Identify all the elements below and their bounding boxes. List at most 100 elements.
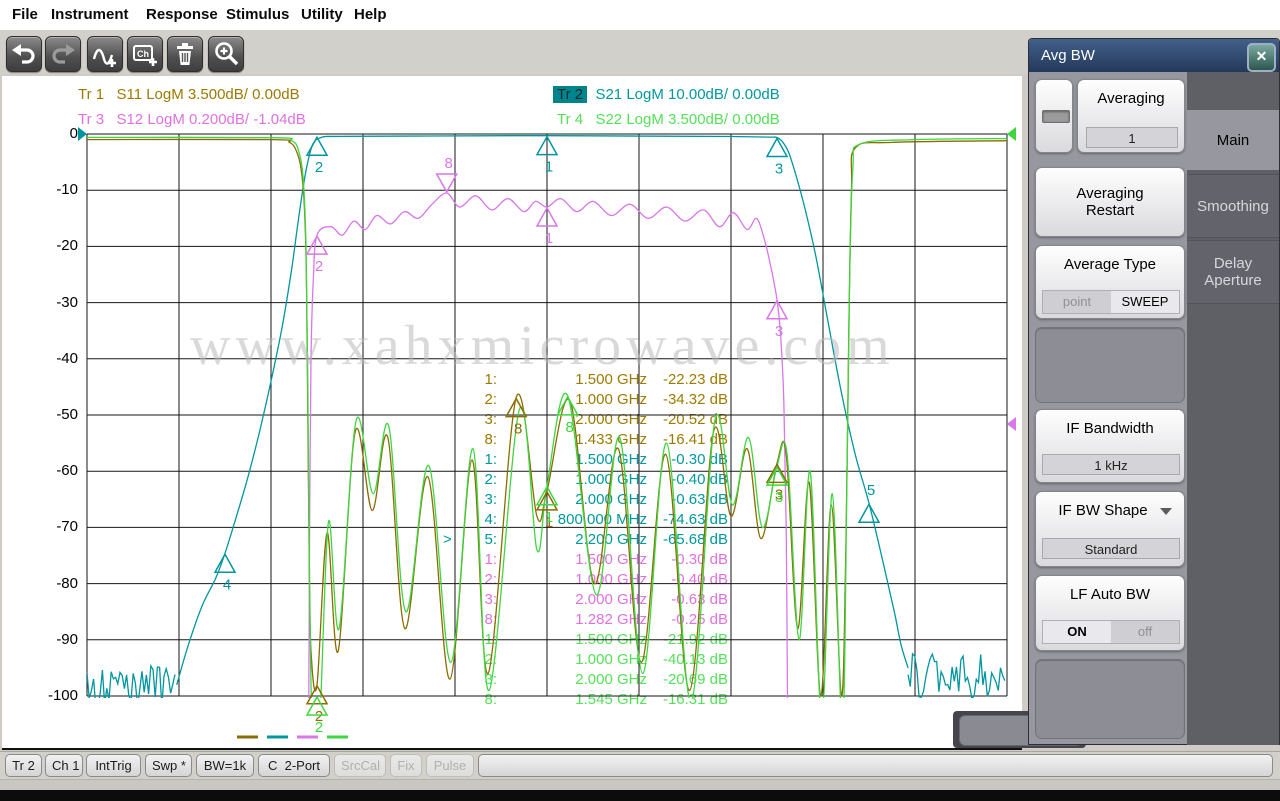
- if-bw-shape-value[interactable]: Standard: [1042, 538, 1180, 559]
- readout-marker-frequency: 1.433 GHz: [500, 431, 647, 448]
- averaging-value[interactable]: 1: [1086, 127, 1178, 148]
- trace-status-button[interactable]: Tr 2: [5, 754, 42, 777]
- tab-main[interactable]: Main: [1187, 110, 1279, 170]
- readout-marker-frequency: 2.000 GHz: [500, 671, 647, 688]
- readout-marker-frequency: 1.000 GHz: [500, 571, 647, 588]
- calibration-status-button[interactable]: C 2-Port: [258, 754, 330, 777]
- zoom-button[interactable]: [208, 36, 244, 72]
- channel-status-button[interactable]: Ch 1: [45, 754, 83, 777]
- readout-marker-number: 2:: [457, 471, 497, 488]
- readout-marker-value: -65.68 dB: [642, 531, 728, 548]
- readout-marker-value: -0.63 dB: [642, 591, 728, 608]
- readout-marker-number: 8:: [457, 431, 497, 448]
- if-bandwidth-button[interactable]: IF Bandwidth 1 kHz: [1035, 409, 1185, 483]
- if-bandwidth-value[interactable]: 1 kHz: [1042, 454, 1180, 475]
- vna-application-window: FileInstrument ResponseStimulusUtilityHel…: [0, 0, 1280, 801]
- trace-label-tr3[interactable]: Tr 3 S12 LogM 0.200dB/ -1.04dB: [74, 111, 306, 128]
- readout-marker-number: 8:: [457, 691, 497, 708]
- readout-marker-frequency: 2.000 GHz: [500, 411, 647, 428]
- menu-utility[interactable]: Utility: [297, 4, 347, 25]
- averaging-restart-button[interactable]: Averaging Restart: [1035, 167, 1185, 237]
- readout-marker-value: -0.30 dB: [642, 551, 728, 568]
- plot-area: Tr 1 S11 LogM 3.500dB/ 0.00dB Tr 2 S21 Lo…: [2, 76, 1022, 750]
- undo-button[interactable]: [6, 36, 42, 72]
- bandwidth-status-button[interactable]: BW=1k: [196, 754, 254, 777]
- averaging-button[interactable]: Averaging 1: [1077, 79, 1185, 153]
- sweep-status-button[interactable]: Swp *: [145, 754, 192, 777]
- menu-response[interactable]: Response: [142, 4, 222, 25]
- if-bw-shape-button[interactable]: IF BW Shape Standard: [1035, 491, 1185, 567]
- readout-marker-frequency: 1.000 GHz: [500, 471, 647, 488]
- tab-smoothing[interactable]: Smoothing: [1187, 174, 1279, 238]
- pulse-status-button[interactable]: Pulse: [426, 754, 474, 777]
- delete-icon: [170, 39, 200, 69]
- status-spacer-button[interactable]: [478, 754, 1273, 777]
- trace-id-badge: Tr 1: [74, 86, 108, 103]
- lf-auto-bw-off-option[interactable]: off: [1111, 621, 1179, 643]
- delete-button[interactable]: [167, 36, 203, 72]
- y-axis-tick--100: -100: [8, 687, 78, 704]
- readout-marker-value: -34.32 dB: [642, 391, 728, 408]
- menu-bar: FileInstrument ResponseStimulusUtilityHel…: [0, 0, 1280, 31]
- trace-format-label: S11 LogM 3.500dB/ 0.00dB: [108, 86, 300, 103]
- lf-auto-bw-on-option[interactable]: ON: [1043, 621, 1111, 643]
- add-trace-button[interactable]: [87, 36, 123, 72]
- readout-marker-number: 5:: [457, 531, 497, 548]
- trace-label-tr1[interactable]: Tr 1 S11 LogM 3.500dB/ 0.00dB: [74, 86, 300, 103]
- average-type-label: Average Type: [1036, 256, 1184, 273]
- readout-marker-number: 4:: [457, 511, 497, 528]
- status-taskbar: Tr 2Ch 1IntTrigSwp *BW=1kC 2-PortSrcCalF…: [0, 751, 1280, 780]
- menu-file[interactable]: File: [8, 4, 42, 25]
- srccal-status-button[interactable]: SrcCal: [334, 754, 386, 777]
- readout-marker-frequency: 800.000 MHz: [500, 511, 647, 528]
- tab-delay-aperture[interactable]: Delay Aperture: [1187, 240, 1279, 304]
- readout-marker-number: 3:: [457, 491, 497, 508]
- readout-marker-frequency: 1.500 GHz: [500, 551, 647, 568]
- trigger-status-button[interactable]: IntTrig: [86, 754, 141, 777]
- y-axis-tick--80: -80: [8, 575, 78, 592]
- zoom-icon: [211, 39, 241, 69]
- menu-instrument[interactable]: Instrument: [47, 4, 133, 25]
- fixture-status-button[interactable]: Fix: [390, 754, 422, 777]
- readout-marker-number: 1:: [457, 631, 497, 648]
- readout-marker-value: -21.92 dB: [642, 631, 728, 648]
- readout-marker-frequency: 2.000 GHz: [500, 591, 647, 608]
- panel-title: Avg BW: [1029, 39, 1279, 72]
- readout-marker-value: -0.40 dB: [642, 571, 728, 588]
- chevron-down-icon: [1160, 508, 1172, 515]
- trace-label-tr2[interactable]: Tr 2 S21 LogM 10.00dB/ 0.00dB: [553, 86, 780, 103]
- readout-marker-frequency: 2.200 GHz: [500, 531, 647, 548]
- averaging-label: Averaging: [1078, 90, 1184, 107]
- lf-auto-bw-button[interactable]: LF Auto BW ON off: [1035, 575, 1185, 651]
- redo-icon: [48, 39, 78, 69]
- trace-label-tr4[interactable]: Tr 4 S22 LogM 3.500dB/ 0.00dB: [553, 111, 780, 128]
- readout-marker-number: 3:: [457, 591, 497, 608]
- averaging-toggle-button[interactable]: [1035, 79, 1073, 153]
- close-icon[interactable]: ✕: [1247, 43, 1276, 72]
- undo-icon: [9, 39, 39, 69]
- average-type-point-option[interactable]: point: [1043, 291, 1111, 313]
- trace-format-label: S22 LogM 3.500dB/ 0.00dB: [587, 111, 780, 128]
- add-trace-icon: [90, 39, 120, 69]
- empty-panel-slot-2: [1035, 659, 1185, 739]
- readout-marker-number: 2:: [457, 391, 497, 408]
- lf-auto-bw-label: LF Auto BW: [1036, 586, 1184, 603]
- readout-marker-frequency: 1.500 GHz: [500, 371, 647, 388]
- average-type-sweep-option[interactable]: SWEEP: [1111, 291, 1179, 313]
- add-channel-button[interactable]: Ch: [127, 36, 163, 72]
- y-axis-tick--10: -10: [8, 181, 78, 198]
- readout-marker-value: -20.52 dB: [642, 411, 728, 428]
- readout-marker-value: -16.41 dB: [642, 431, 728, 448]
- menu-stimulus[interactable]: Stimulus: [222, 4, 293, 25]
- trace-id-badge: Tr 3: [74, 111, 108, 128]
- y-axis-tick--70: -70: [8, 518, 78, 535]
- readout-marker-number: 3:: [457, 671, 497, 688]
- readout-marker-frequency: 1.282 GHz: [500, 611, 647, 628]
- average-type-button[interactable]: Average Type point SWEEP: [1035, 245, 1185, 319]
- add-channel-icon: Ch: [130, 39, 160, 69]
- readout-marker-value: -22.23 dB: [642, 371, 728, 388]
- y-axis-tick-0: 0: [8, 125, 78, 142]
- menu-help[interactable]: Help: [350, 4, 391, 25]
- y-axis-tick--20: -20: [8, 237, 78, 254]
- readout-marker-value: -20.69 dB: [642, 671, 728, 688]
